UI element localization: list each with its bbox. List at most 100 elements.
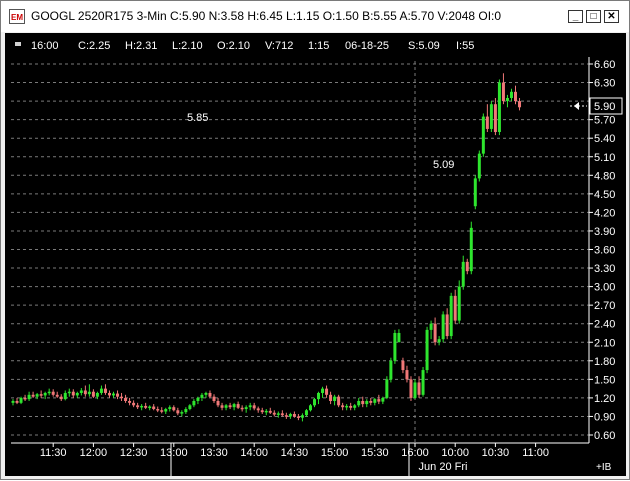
candle-body xyxy=(377,399,381,402)
candle-body xyxy=(95,392,99,397)
candle-body xyxy=(103,388,107,393)
y-tick-label: 5.70 xyxy=(594,115,615,127)
candle-body xyxy=(132,402,136,406)
candle-body xyxy=(313,399,316,406)
candle-body xyxy=(55,394,59,397)
candle-body xyxy=(216,400,220,406)
candle-body xyxy=(321,388,325,393)
candle-body xyxy=(176,410,180,414)
y-tick-label: 0.90 xyxy=(594,411,615,423)
candle-body xyxy=(39,394,43,396)
candle-body xyxy=(369,400,373,403)
candle-body xyxy=(413,382,417,398)
title-bar[interactable]: EM GOOGL 2520R175 3-Min C:5.90 N:3.58 H:… xyxy=(1,1,629,32)
candle-body xyxy=(180,412,184,414)
y-tick-label: 4.80 xyxy=(594,170,615,182)
price-tag: 5.90 xyxy=(594,101,615,113)
candle-body xyxy=(429,323,433,330)
candle-body xyxy=(449,295,453,337)
candle-body xyxy=(260,410,264,413)
y-tick-label: 5.10 xyxy=(594,152,615,164)
info-volume: V:712 xyxy=(265,40,293,52)
y-tick-label: 6.60 xyxy=(594,59,615,71)
candle-body xyxy=(317,392,321,400)
candle-body xyxy=(385,379,389,398)
candle-body xyxy=(349,405,353,408)
candle-body xyxy=(91,391,95,397)
y-tick-label: 0.60 xyxy=(594,430,615,442)
candle-body xyxy=(15,400,19,403)
maximize-button[interactable]: □ xyxy=(586,10,601,23)
candle-body xyxy=(192,400,196,406)
x-tick-label: 13:00 xyxy=(160,447,188,459)
candle-body xyxy=(425,329,429,371)
candle-body xyxy=(421,370,425,395)
y-tick-label: 1.80 xyxy=(594,356,615,368)
candle-body xyxy=(433,323,437,343)
candle-body xyxy=(308,405,312,411)
candle-body xyxy=(514,91,517,102)
candle-body xyxy=(481,116,485,154)
y-tick-label: 3.00 xyxy=(594,282,615,294)
app-icon[interactable]: EM xyxy=(9,9,25,24)
candle-body xyxy=(63,392,67,400)
candle-body xyxy=(264,410,268,413)
candle-body xyxy=(220,405,224,408)
candle-body xyxy=(333,396,337,401)
y-tick-label: 2.10 xyxy=(594,337,615,349)
x-tick-label: 10:30 xyxy=(482,447,510,459)
candle-body xyxy=(35,394,39,397)
candle-body xyxy=(473,178,477,207)
y-tick-label: 5.40 xyxy=(594,133,615,145)
candle-body xyxy=(493,104,497,133)
candle-body xyxy=(152,406,156,410)
candle-body xyxy=(405,370,409,380)
candle-body xyxy=(361,400,365,405)
candle-body xyxy=(156,409,160,411)
candle-body xyxy=(477,153,481,179)
candle-body xyxy=(441,314,445,340)
candle-body xyxy=(268,410,272,413)
x-tick-label: 15:30 xyxy=(361,447,389,459)
x-tick-label: 13:30 xyxy=(200,447,228,459)
chart-area[interactable]: 6.606.306.005.705.405.104.804.504.203.90… xyxy=(5,33,626,476)
x-tick-label: 10:00 xyxy=(441,447,469,459)
candle-body xyxy=(112,393,115,396)
candle-body xyxy=(353,405,357,408)
ib-indicator[interactable]: +IB xyxy=(596,462,612,473)
candle-body xyxy=(208,392,212,397)
candle-body xyxy=(83,390,87,395)
candle-body xyxy=(144,405,148,408)
candle-body xyxy=(457,286,461,321)
candle-body xyxy=(437,339,441,343)
level-marker-left: 5.85 xyxy=(187,112,208,124)
close-button[interactable]: ✕ xyxy=(604,10,619,23)
level-marker-mid: 5.09 xyxy=(433,159,454,171)
candle-body xyxy=(87,391,91,395)
candle-body xyxy=(296,416,300,418)
y-tick-label: 1.50 xyxy=(594,374,615,386)
candle-body xyxy=(518,101,522,108)
candle-body xyxy=(67,391,71,394)
info-bar-grip-icon[interactable] xyxy=(15,42,21,46)
candle-body xyxy=(469,227,473,272)
minimize-button[interactable]: _ xyxy=(568,10,583,23)
y-tick-label: 2.70 xyxy=(594,300,615,312)
price-chart[interactable]: 6.606.306.005.705.405.104.804.504.203.90… xyxy=(5,33,626,476)
candle-body xyxy=(357,400,361,406)
candle-body xyxy=(292,413,296,417)
candle-body xyxy=(300,415,304,418)
candle-body xyxy=(140,405,144,408)
candle-body xyxy=(59,396,63,400)
x-tick-label: 16:00 xyxy=(401,447,429,459)
x-tick-label: 11:30 xyxy=(40,447,67,459)
candle-body xyxy=(43,392,47,396)
candle-body xyxy=(497,82,501,133)
candle-body xyxy=(256,408,260,411)
candle-body xyxy=(47,391,51,394)
candle-body xyxy=(409,379,413,398)
candle-body xyxy=(280,413,284,416)
day-label: Jun 20 Fri xyxy=(419,461,468,473)
info-low: L:2.10 xyxy=(172,40,203,52)
candle-body xyxy=(337,396,341,406)
